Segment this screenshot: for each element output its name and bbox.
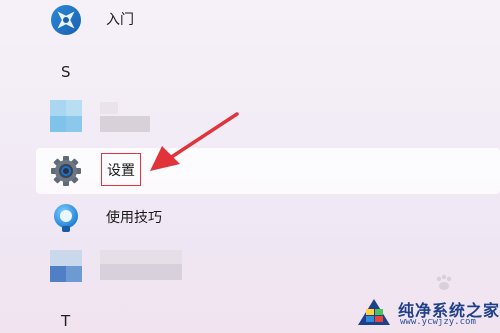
blurred-app-icon [50, 250, 82, 282]
watermark-url: www.ycwjzy.com [400, 317, 476, 327]
section-letter[interactable]: T [61, 312, 70, 330]
paw-watermark-icon [436, 274, 452, 290]
gear-icon [50, 155, 82, 187]
app-item-get-started[interactable]: 入门 [40, 0, 500, 40]
tips-bulb-icon [50, 202, 82, 234]
get-started-icon [50, 4, 82, 36]
app-item-label: 使用技巧 [106, 210, 162, 226]
site-logo-icon [358, 299, 390, 325]
app-item-blurred[interactable] [40, 96, 500, 136]
blurred-text [100, 250, 182, 264]
highlight-box [101, 153, 141, 186]
blurred-text [100, 264, 182, 280]
site-watermark: 纯净系统之家 www.ycwjzy.com [354, 295, 499, 331]
app-item-label: 入门 [106, 12, 134, 28]
blurred-text [100, 102, 118, 114]
start-menu-app-list: 入门 S 设置 使用技巧 T [0, 0, 500, 333]
blurred-app-icon [50, 100, 82, 132]
section-letter[interactable]: S [61, 63, 71, 81]
app-item-blurred[interactable] [40, 246, 500, 286]
annotation-arrow-icon [150, 112, 239, 171]
app-item-tips[interactable]: 使用技巧 [40, 198, 500, 238]
